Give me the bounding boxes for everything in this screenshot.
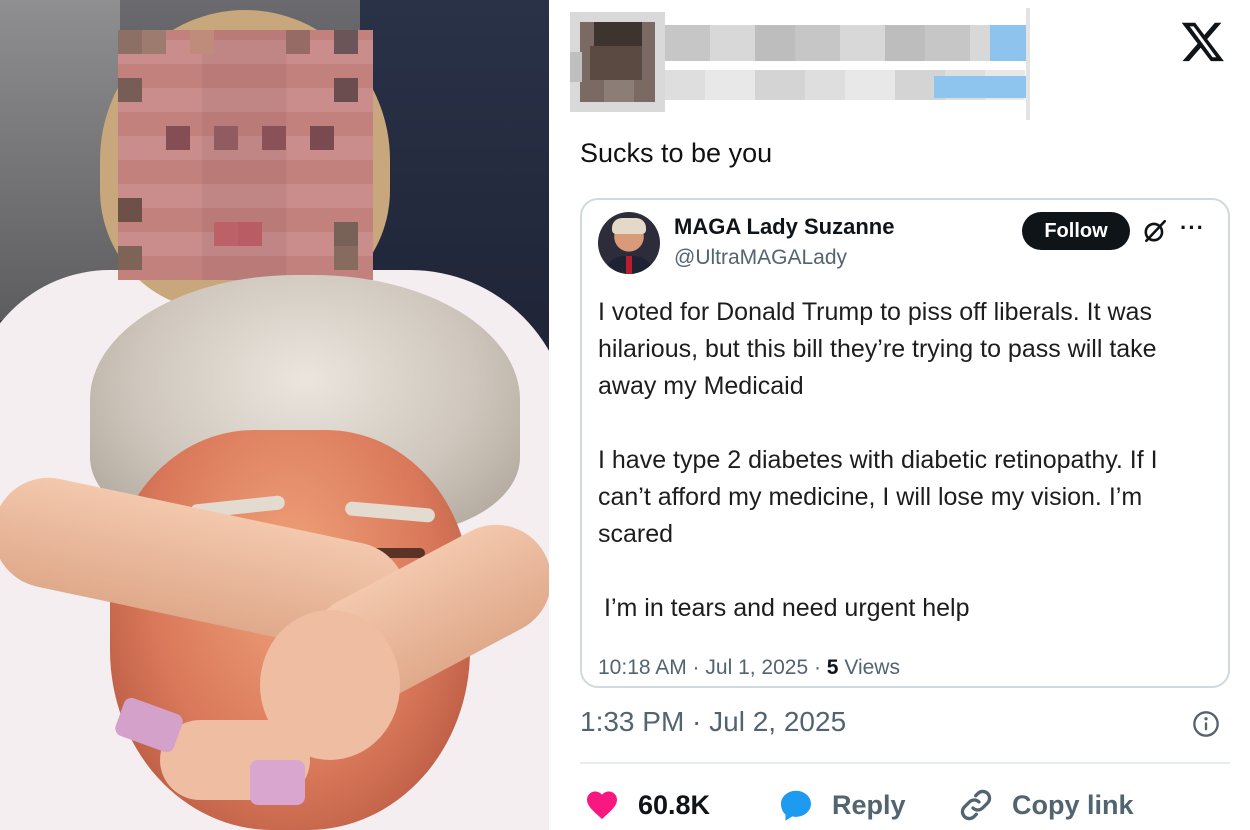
author-name-redacted[interactable]	[665, 25, 1030, 61]
divider	[580, 762, 1230, 764]
author-handle-redacted[interactable]	[665, 70, 1029, 100]
tweet-card: Sucks to be you MAGA Lady Suzanne @Ultra…	[560, 0, 1250, 830]
quoted-display-name[interactable]: MAGA Lady Suzanne	[674, 214, 894, 240]
tweet-text: Sucks to be you	[580, 138, 773, 168]
action-bar: 60.8K Reply Copy link	[580, 782, 1240, 828]
more-icon[interactable]: ···	[1180, 215, 1205, 241]
copy-link-button[interactable]: Copy link	[958, 782, 1134, 828]
panel-divider	[549, 0, 560, 830]
quoted-handle[interactable]: @UltraMAGALady	[674, 246, 847, 270]
x-logo-icon[interactable]	[1180, 18, 1226, 64]
quoted-paragraph-1: I voted for Donald Trump to piss off lib…	[598, 298, 1157, 400]
quoted-paragraph-2: I have type 2 diabetes with diabetic ret…	[598, 446, 1158, 548]
follow-button[interactable]: Follow	[1022, 212, 1130, 250]
info-icon[interactable]	[1192, 710, 1220, 738]
quoted-paragraph-3: I’m in tears and need urgent help	[604, 594, 970, 622]
author-avatar[interactable]	[570, 12, 665, 112]
quoted-views-count: 5	[826, 656, 839, 679]
copy-link-label: Copy link	[1012, 789, 1134, 820]
quoted-time-date[interactable]: 10:18 AM · Jul 1, 2025 ·	[598, 656, 827, 679]
reply-label: Reply	[832, 789, 906, 820]
heart-icon	[587, 791, 617, 820]
quoted-meta: 10:18 AM · Jul 1, 2025 · 5 Views	[598, 656, 900, 680]
phone-case	[250, 760, 305, 805]
photo-panel	[0, 0, 550, 830]
redaction-edge	[1026, 8, 1030, 120]
quoted-tweet[interactable]: MAGA Lady Suzanne @UltraMAGALady Follow …	[580, 198, 1230, 688]
reply-button[interactable]: Reply	[778, 782, 906, 828]
quoted-avatar[interactable]	[598, 212, 660, 274]
pixelated-face	[118, 30, 373, 280]
tweet-timestamp[interactable]: 1:33 PM · Jul 2, 2025	[580, 706, 846, 738]
link-icon	[960, 789, 992, 821]
grok-icon[interactable]	[1142, 218, 1168, 244]
quoted-tweet-body: I voted for Donald Trump to piss off lib…	[598, 294, 1213, 627]
like-count: 60.8K	[638, 789, 711, 820]
reply-bubble-icon	[781, 790, 811, 821]
quoted-views-label: Views	[838, 656, 900, 679]
like-button[interactable]: 60.8K	[584, 782, 710, 828]
